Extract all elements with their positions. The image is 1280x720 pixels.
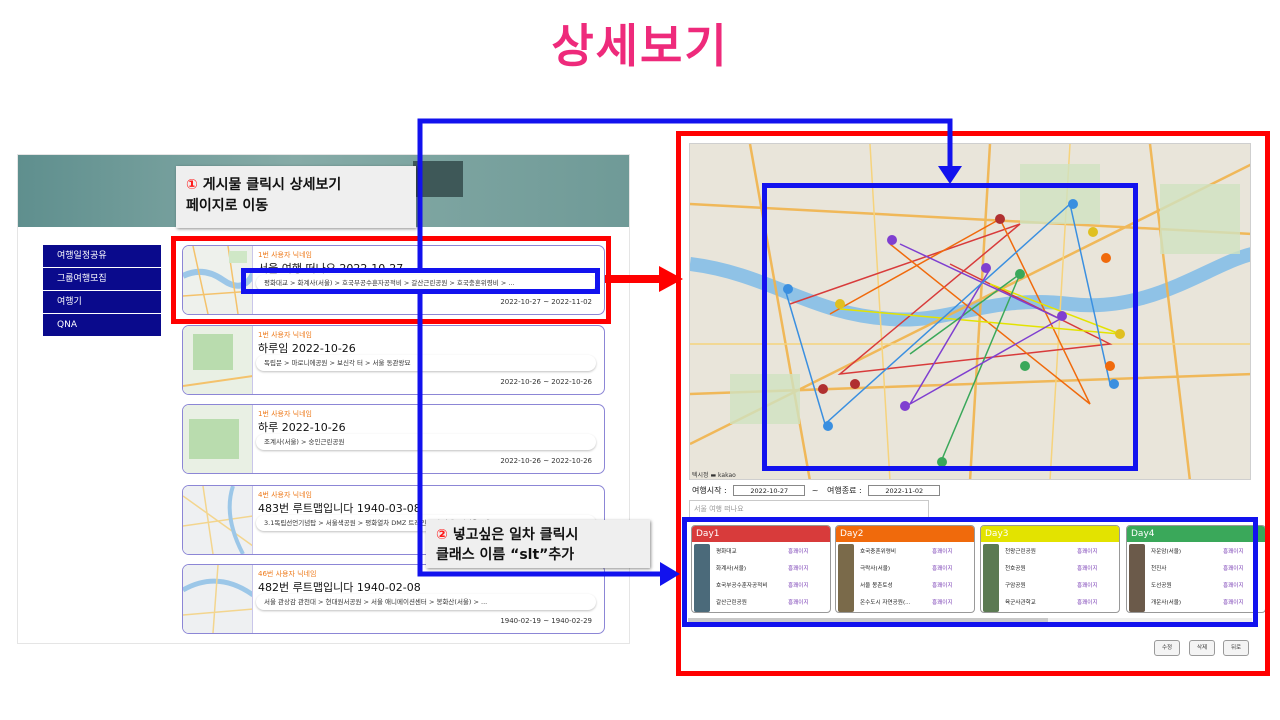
sidebar-item-travel-share[interactable]: 여행일정공유 <box>43 245 161 268</box>
banner-decoration <box>413 161 463 197</box>
sidebar-item-travelogue[interactable]: 여행기 <box>43 291 161 314</box>
callout-step-1-line1: ① 게시물 클릭시 상세보기 <box>186 175 406 196</box>
red-arrow-icon <box>605 266 683 292</box>
post-author: 4번 사용자 닉네임 <box>258 491 312 499</box>
post-map-thumbnail <box>183 486 253 554</box>
callout-step-2-text: 넣고싶은 일차 클릭시 <box>452 527 579 543</box>
post-map-thumbnail <box>183 565 253 633</box>
slide: 상세보기 여행일정공유 그룹여행모집 여행기 QNA 1번 사용자 닉네임 서울… <box>0 0 1280 720</box>
sidebar-item-group-travel[interactable]: 그룹여행모집 <box>43 268 161 291</box>
callout-step-2: ② 넣고싶은 일차 클릭시 클래스 이름 “slt”추가 <box>426 520 650 568</box>
post-title: 482번 루트맵입니다 1940-02-08 <box>258 581 421 594</box>
post-route: 서울 관상감 관천대 > 현대원서공원 > 서울 애니메이션센터 > 봉화산(서… <box>256 594 596 610</box>
highlight-day-cards <box>682 517 1258 627</box>
post-route: 독립문 > 마로니에공원 > 보신각 터 > 서울 동관왕묘 <box>256 355 596 371</box>
step-2-number: ② <box>436 527 448 543</box>
post-card[interactable]: 46번 사용자 닉네임 482번 루트맵입니다 1940-02-08 서울 관상… <box>182 564 605 634</box>
post-map-thumbnail <box>183 326 253 394</box>
post-map-thumbnail <box>183 405 253 473</box>
callout-step-1-line2: 페이지로 이동 <box>186 198 269 214</box>
slide-title: 상세보기 <box>551 19 729 73</box>
post-card[interactable]: 1번 사용자 닉네임 하루임 2022-10-26 독립문 > 마로니에공원 >… <box>182 325 605 395</box>
post-card[interactable]: 1번 사용자 닉네임 하루 2022-10-26 조계사(서울) > 숭인근린공… <box>182 404 605 474</box>
post-dates: 2022-10-26 ~ 2022-10-26 <box>500 457 592 465</box>
callout-step-2-line1: ② 넣고싶은 일차 클릭시 <box>436 525 640 545</box>
post-dates: 2022-10-26 ~ 2022-10-26 <box>500 378 592 386</box>
highlight-route-bar <box>241 268 600 294</box>
highlight-map <box>762 183 1138 471</box>
post-title: 하루임 2022-10-26 <box>258 342 356 355</box>
callout-step-1: ① 게시물 클릭시 상세보기 페이지로 이동 <box>176 166 416 228</box>
callout-step-2-line2: 클래스 이름 “slt”추가 <box>436 547 575 563</box>
post-author: 46번 사용자 닉네임 <box>258 570 317 578</box>
post-title: 하루 2022-10-26 <box>258 421 346 434</box>
post-author: 1번 사용자 닉네임 <box>258 410 312 418</box>
post-route: 조계사(서울) > 숭인근린공원 <box>256 434 596 450</box>
sidebar-item-qna[interactable]: QNA <box>43 314 161 337</box>
step-1-number: ① <box>186 177 198 193</box>
post-title: 483번 루트맵입니다 1940-03-08 <box>258 502 421 515</box>
sidebar: 여행일정공유 그룹여행모집 여행기 QNA <box>43 245 161 337</box>
callout-step-1-text: 게시물 클릭시 상세보기 <box>202 177 342 193</box>
post-dates: 1940-02-19 ~ 1940-02-29 <box>500 617 592 625</box>
post-author: 1번 사용자 닉네임 <box>258 331 312 339</box>
